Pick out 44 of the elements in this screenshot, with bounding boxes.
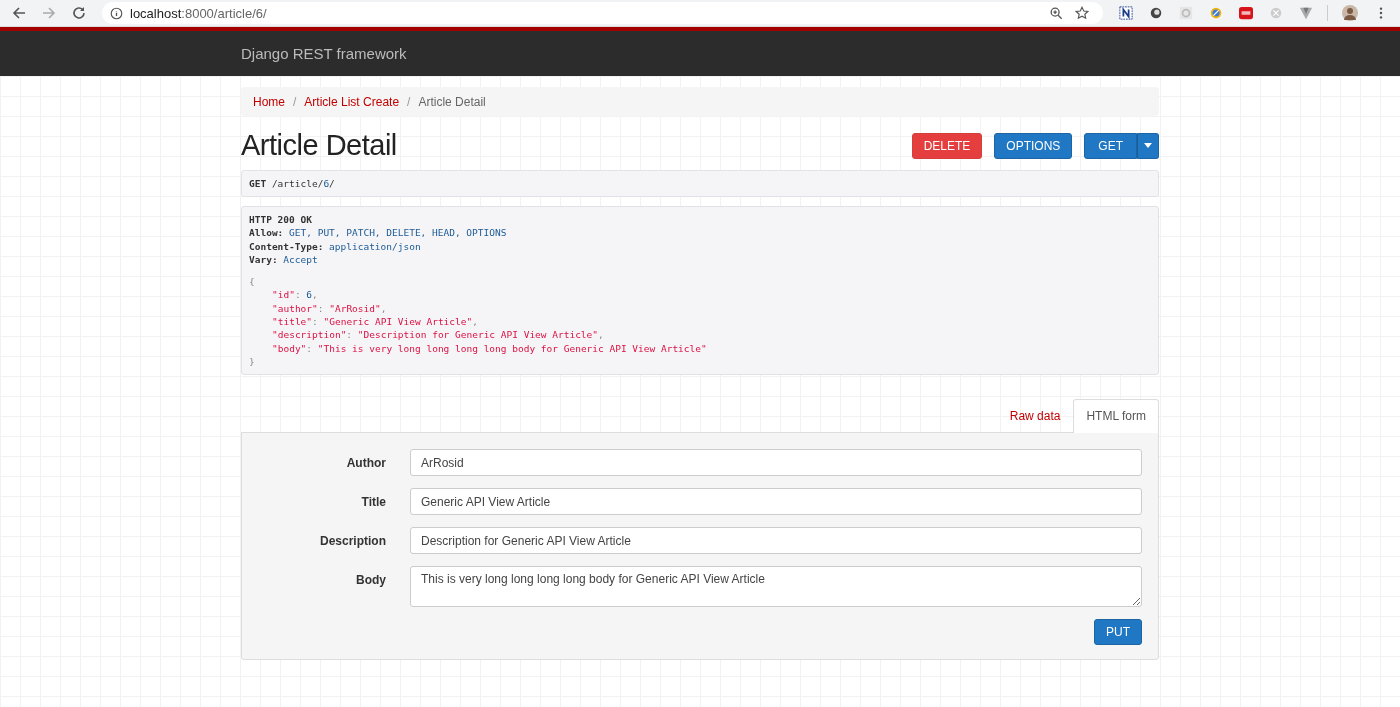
field-label: Title (360, 494, 386, 510)
status-line: HTTP 200 OK (249, 213, 313, 227)
delete-button[interactable]: DELETE (911, 132, 983, 159)
tab[interactable]: Raw data (996, 399, 1074, 433)
url-text: localhost:8000/article/6/ (130, 5, 267, 21)
tab[interactable]: HTML form (1073, 399, 1159, 434)
page-title: Article Detail (241, 129, 397, 162)
brand-link[interactable]: Django REST framework (241, 44, 407, 62)
put-button[interactable]: PUT (1094, 619, 1142, 646)
header-line: Content-Type: application/json (249, 239, 422, 253)
info-icon[interactable] (110, 6, 123, 20)
star-icon[interactable] (1075, 6, 1089, 20)
extension-icon[interactable] (1149, 6, 1163, 20)
json-line: "description": "Description for Generic API View Article", (271, 328, 605, 342)
breadcrumb-separator: / (293, 94, 297, 109)
dropdown-button[interactable] (1137, 132, 1159, 159)
brace: { (249, 275, 256, 289)
breadcrumb-link[interactable]: Home (253, 94, 285, 109)
avatar-icon[interactable] (1342, 5, 1358, 21)
input-field[interactable]: Description for Generic API View Article (410, 527, 1142, 555)
json-line: "body": "This is very long long long long body for Generic API View Article" (271, 341, 708, 355)
brace: } (249, 354, 256, 369)
header-line: Allow: GET, PUT, PATCH, DELETE, HEAD, OPTIONS (249, 226, 508, 240)
input-field[interactable]: ArRosid (410, 449, 1142, 477)
extension-icon[interactable] (1119, 6, 1133, 20)
breadcrumb-separator: / (407, 94, 411, 109)
options-button[interactable]: OPTIONS (994, 132, 1073, 159)
field-label: Author (345, 455, 386, 471)
zoom-icon[interactable] (1049, 6, 1063, 20)
json-line: "author": "ArRosid", (271, 301, 388, 316)
field-label: Body (355, 572, 386, 588)
breadcrumb-link[interactable]: Article List Create (304, 94, 400, 109)
json-line: "title": "Generic API View Article", (271, 315, 479, 329)
header-line: Vary: Accept (249, 252, 319, 267)
field-label: Description (319, 533, 386, 549)
back-icon[interactable] (11, 5, 27, 21)
extension-icon[interactable] (1239, 6, 1253, 20)
get-button[interactable]: GET (1084, 132, 1137, 159)
json-line: "id": 6, (271, 288, 319, 302)
reload-icon[interactable] (71, 5, 87, 21)
input-field[interactable]: Generic API View Article (410, 488, 1142, 516)
caret-icon (1144, 143, 1152, 148)
textarea-field[interactable]: This is very long long long long body for Generic API View Article (410, 566, 1142, 608)
address-bar[interactable]: localhost:8000/article/6/ (102, 2, 1103, 24)
